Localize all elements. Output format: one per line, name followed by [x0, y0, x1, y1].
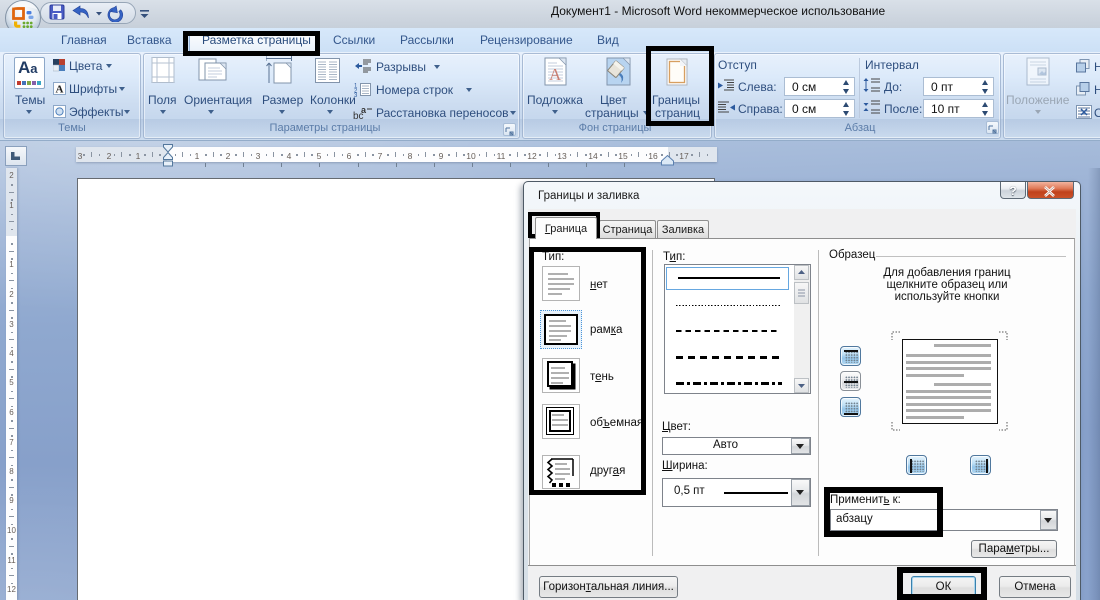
svg-text:3: 3 — [354, 93, 358, 97]
svg-text:A: A — [56, 84, 64, 96]
svg-text:a: a — [361, 105, 367, 115]
svg-text:A: A — [549, 65, 562, 84]
